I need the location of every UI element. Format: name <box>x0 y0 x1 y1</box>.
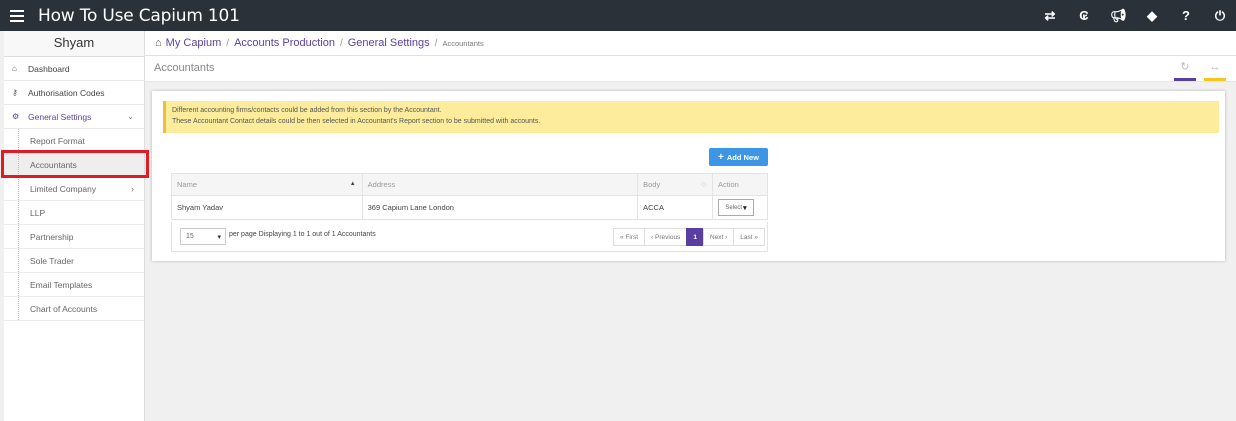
sort-icon: ◇ <box>701 182 706 188</box>
first-page-button[interactable]: « First <box>612 228 646 246</box>
breadcrumb-my-capium[interactable]: My Capium <box>166 37 222 49</box>
sidebar-item-label: Authorisation Codes <box>28 87 105 98</box>
per-page-select[interactable]: 15 ▾ <box>180 228 226 245</box>
sidebar-subitem-llp[interactable]: LLP <box>4 201 144 225</box>
page-title: Accountants <box>154 62 215 74</box>
table-row: Shyam Yadav 369 Capium Lane London ACCA … <box>171 195 768 220</box>
home-icon[interactable]: ⌂ <box>155 37 162 49</box>
alert-line-2: These Accountant Contact details could b… <box>172 118 541 125</box>
gears-icon: ⚙ <box>12 111 20 121</box>
sidebar-item-label: General Settings <box>28 111 92 122</box>
cell-action: Select ▾ <box>712 195 768 220</box>
megaphone-icon[interactable]: 📢︎ <box>1110 8 1127 24</box>
chevron-right-icon: › <box>131 184 134 194</box>
pager: « First ‹ Previous 1 Next › Last » <box>612 228 765 246</box>
cell-address: 369 Capium Lane London <box>361 195 639 220</box>
user-name: Shyam <box>4 31 144 57</box>
key-icon: ⚷ <box>12 87 18 97</box>
action-select[interactable]: Select ▾ <box>718 199 754 216</box>
chevron-down-icon: ⌄ <box>127 111 134 121</box>
breadcrumb-separator: / <box>434 37 438 49</box>
power-icon[interactable]: ⏻ <box>1212 8 1228 24</box>
content-panel: Different accounting firms/contacts coul… <box>152 91 1225 261</box>
menu-icon[interactable] <box>10 9 32 22</box>
breadcrumb-general-settings[interactable]: General Settings <box>348 37 430 49</box>
top-icons: ⇄ ₢ 📢︎ ◆ ? ⏻ <box>1042 0 1228 31</box>
currency-icon[interactable]: ₢ <box>1076 8 1092 23</box>
switch-icon[interactable]: ⇄ <box>1042 8 1058 24</box>
previous-page-button[interactable]: ‹ Previous <box>644 228 688 246</box>
sidebar-subitem-chart-of-accounts[interactable]: Chart of Accounts <box>4 297 144 321</box>
help-icon[interactable]: ? <box>1178 8 1194 23</box>
sidebar-subitem-sole-trader[interactable]: Sole Trader <box>4 249 144 273</box>
pagination-bar: 15 ▾ per page Displaying 1 to 1 out of 1 … <box>171 222 768 252</box>
add-new-label: Add New <box>726 152 759 162</box>
accountants-table: Name ▲ Address Body ◇ Action Shyam Yadav 3… <box>171 173 768 220</box>
sidebar-subitem-report-format[interactable]: Report Format <box>4 129 144 153</box>
app-title: How To Use Capium 101 <box>38 5 240 26</box>
sidebar-subitem-partnership[interactable]: Partnership <box>4 225 144 249</box>
sidebar-subitem-limited-company[interactable]: Limited Company › <box>4 177 144 201</box>
sidebar-item-authorisation-codes[interactable]: ⚷ Authorisation Codes <box>4 81 144 105</box>
column-header-body[interactable]: Body ◇ <box>637 173 713 196</box>
refresh-icon[interactable]: ↻ <box>1174 59 1196 81</box>
breadcrumb: ⌂ My Capium / Accounts Production / Gene… <box>145 31 1236 56</box>
plus-icon: + <box>718 151 724 163</box>
sidebar: Shyam ⌂ Dashboard ⚷ Authorisation Codes … <box>4 31 145 421</box>
page-header: Accountants ↻ ↔ <box>145 56 1236 82</box>
column-header-name[interactable]: Name ▲ <box>171 173 363 196</box>
breadcrumb-accounts-production[interactable]: Accounts Production <box>234 37 335 49</box>
home-icon: ⌂ <box>12 63 17 73</box>
sidebar-subitem-email-templates[interactable]: Email Templates <box>4 273 144 297</box>
sidebar-item-general-settings[interactable]: ⚙ General Settings ⌄ <box>4 105 144 129</box>
column-header-action: Action <box>712 173 768 196</box>
chevron-down-icon: ▾ <box>743 204 747 212</box>
sidebar-subitem-accountants[interactable]: Accountants <box>4 153 144 177</box>
tag-icon[interactable]: ◆ <box>1144 8 1160 24</box>
info-alert: Different accounting firms/contacts coul… <box>163 101 1219 133</box>
breadcrumb-separator: / <box>226 37 230 49</box>
column-header-address[interactable]: Address <box>361 173 639 196</box>
breadcrumb-current: Accountants <box>442 38 484 48</box>
next-page-button[interactable]: Next › <box>702 228 735 246</box>
cell-body: ACCA <box>637 195 713 220</box>
sort-asc-icon: ▲ <box>349 181 356 187</box>
chevron-down-icon: ▾ <box>217 233 221 241</box>
expand-icon[interactable]: ↔ <box>1204 59 1226 81</box>
page-1-button[interactable]: 1 <box>686 228 704 246</box>
top-bar: How To Use Capium 101 ⇄ ₢ 📢︎ ◆ ? ⏻ <box>0 0 1236 31</box>
breadcrumb-separator: / <box>339 37 343 49</box>
alert-line-1: Different accounting firms/contacts coul… <box>172 107 442 114</box>
add-new-button[interactable]: + Add New <box>709 148 768 166</box>
sidebar-item-label: Limited Company <box>30 184 97 194</box>
last-page-button[interactable]: Last » <box>733 228 765 246</box>
sidebar-item-dashboard[interactable]: ⌂ Dashboard <box>4 57 144 81</box>
cell-name: Shyam Yadav <box>171 195 363 220</box>
sidebar-item-label: Dashboard <box>28 63 70 74</box>
pagination-summary: per page Displaying 1 to 1 out of 1 Acco… <box>229 231 376 238</box>
